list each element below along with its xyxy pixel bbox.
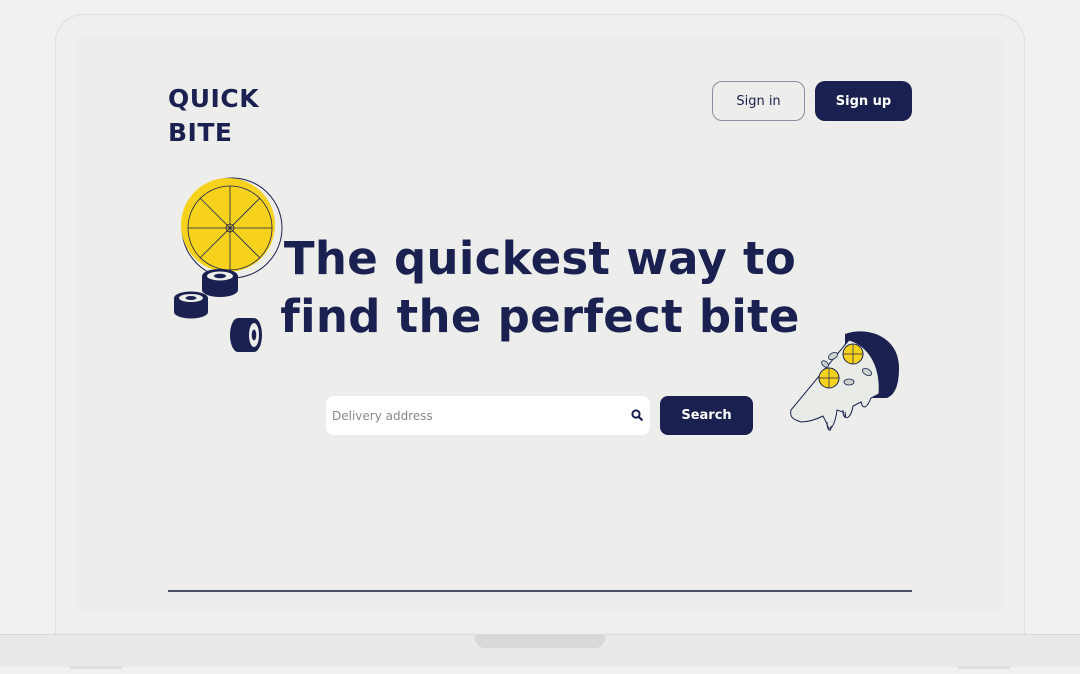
hero-headline: The quickest way to find the perfect bit… <box>275 230 805 346</box>
screen: QUICK BITE Sign in Sign up The quickest … <box>75 36 1005 612</box>
pizza-slice-illustration <box>790 331 899 431</box>
hero-headline-line2: find the perfect bite <box>280 290 800 343</box>
delivery-address-input[interactable] <box>326 396 622 435</box>
brand-logo-line2: BITE <box>168 118 233 147</box>
laptop-foot-left <box>70 666 122 669</box>
laptop-notch <box>475 634 605 648</box>
sushi-icon <box>174 269 262 352</box>
search-box <box>326 396 650 435</box>
signin-button[interactable]: Sign in <box>712 81 805 121</box>
laptop-foot-right <box>958 666 1010 669</box>
hero-headline-line1: The quickest way to <box>283 232 797 285</box>
divider <box>168 590 912 592</box>
brand-logo-line1: QUICK <box>168 84 260 113</box>
lemon-and-sushi-illustration <box>174 177 283 352</box>
search-button[interactable]: Search <box>660 396 753 435</box>
signup-button[interactable]: Sign up <box>815 81 912 121</box>
brand-logo[interactable]: QUICK BITE <box>168 82 259 150</box>
lemon-icon <box>181 177 283 279</box>
search-icon[interactable] <box>630 408 644 422</box>
